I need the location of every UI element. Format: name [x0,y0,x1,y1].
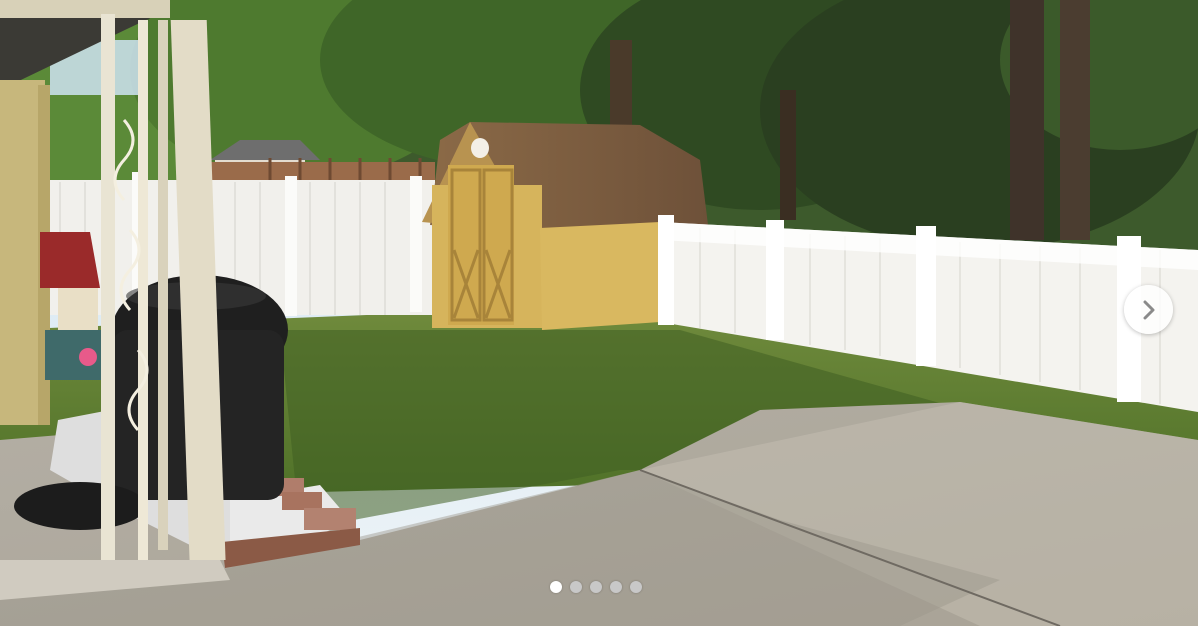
pagination-dot[interactable] [570,581,582,593]
pagination-dot[interactable] [630,581,642,593]
next-slide-button[interactable] [1124,285,1173,334]
pagination-dot[interactable] [610,581,622,593]
backyard-photo [0,0,1198,626]
image-carousel [0,0,1198,626]
pagination-dot[interactable] [590,581,602,593]
pagination-dots [550,581,642,593]
chevron-right-icon [1143,300,1154,319]
pagination-dot[interactable] [550,581,562,593]
